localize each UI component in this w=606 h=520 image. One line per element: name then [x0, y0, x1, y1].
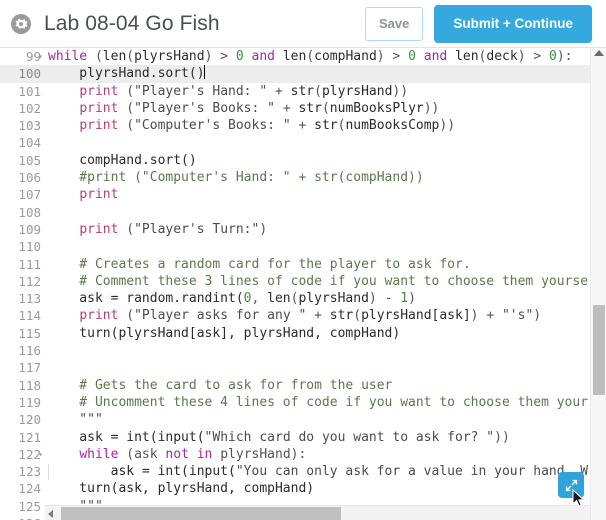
- code-line[interactable]: 114 print ("Player asks for any " + str(…: [0, 307, 606, 324]
- code-line[interactable]: 124 turn(ask, plyrsHand, compHand): [0, 480, 606, 497]
- code-line[interactable]: 116: [0, 342, 606, 359]
- code-line[interactable]: 121 ask = int(input("Which card do you w…: [0, 429, 606, 446]
- submit-continue-button[interactable]: Submit + Continue: [434, 4, 592, 43]
- code-line[interactable]: 120 """: [0, 411, 606, 428]
- code-line[interactable]: 105 compHand.sort(): [0, 152, 606, 169]
- code-line-text: print ("Player's Hand: " + str(plyrsHand…: [79, 83, 409, 99]
- code-line-text: plyrsHand.sort(): [48, 65, 205, 82]
- line-number: 102: [18, 100, 41, 116]
- code-line-text: print ("Player's Books: " + str(numBooks…: [79, 100, 440, 116]
- line-number: 111: [18, 256, 41, 272]
- expand-arrows-icon: [565, 479, 577, 491]
- vertical-scrollbar-thumb[interactable]: [593, 305, 605, 395]
- code-line[interactable]: 99 ▾ while (len(plyrsHand) > 0 and len(com…: [0, 48, 606, 65]
- app-header: Lab 08-04 Go Fish Save Submit + Continue: [0, 0, 606, 48]
- line-number: 115: [18, 325, 41, 341]
- line-number: 110: [18, 239, 41, 255]
- code-line[interactable]: 106 #print ("Computer's Hand: " + str(co…: [0, 169, 606, 186]
- code-line-text: ask = int(input("Which card do you want …: [48, 429, 510, 445]
- code-line[interactable]: 103 print ("Computer's Books: " + str(nu…: [0, 117, 606, 134]
- code-line-text: #print ("Computer's Hand: " + str(compHa…: [48, 170, 424, 186]
- save-button[interactable]: Save: [365, 6, 424, 41]
- code-line-text: print ("Player asks for any " + str(plyr…: [79, 308, 542, 324]
- line-number: 116: [18, 343, 41, 359]
- code-line[interactable]: 112 # Comment these 3 lines of code if y…: [0, 273, 606, 290]
- code-fold-toggle[interactable]: ▾: [36, 48, 45, 65]
- code-line[interactable]: 117: [0, 359, 606, 376]
- gear-icon[interactable]: [10, 13, 32, 35]
- line-number: 100: [18, 66, 41, 82]
- horizontal-scrollbar-thumb[interactable]: [61, 507, 341, 520]
- line-number: 121: [18, 429, 41, 445]
- line-number: 119: [18, 394, 41, 410]
- code-line-text: # Creates a random card for the player t…: [48, 256, 471, 272]
- code-line[interactable]: 113 ask = random.randint(0, len(plyrsHan…: [0, 290, 606, 307]
- code-line[interactable]: 115 turn(plyrsHand[ask], plyrsHand, comp…: [0, 325, 606, 342]
- code-line[interactable]: 110: [0, 238, 606, 255]
- scroll-up-arrow-icon[interactable]: [594, 50, 604, 56]
- code-line-text: # Uncomment these 4 lines of code if you…: [48, 394, 589, 410]
- line-number: 108: [18, 204, 41, 220]
- code-line[interactable]: 100 plyrsHand.sort(): [0, 65, 606, 83]
- code-line[interactable]: 102 print ("Player's Books: " + str(numB…: [0, 100, 606, 117]
- line-number: 117: [18, 360, 41, 376]
- line-number: 104: [18, 135, 41, 151]
- code-line-text: turn(ask, plyrsHand, compHand): [48, 481, 315, 497]
- code-line[interactable]: 108: [0, 204, 606, 221]
- line-number: 126: [0, 515, 45, 520]
- code-line-text: print: [79, 187, 119, 203]
- code-line-text: print ("Computer's Books: " + str(numBoo…: [79, 118, 456, 134]
- line-number: 109: [18, 221, 41, 237]
- line-number: 114: [18, 308, 41, 324]
- code-line-text: compHand.sort(): [48, 152, 197, 168]
- code-line-text: # Comment these 3 lines of code if you w…: [48, 273, 589, 289]
- line-number: 101: [18, 83, 41, 99]
- code-line[interactable]: 123 ask = int(input("You can only ask fo…: [0, 463, 606, 481]
- code-line[interactable]: 101 print ("Player's Hand: " + str(plyrs…: [0, 83, 606, 100]
- line-number: 118: [18, 377, 41, 393]
- text-cursor: [203, 65, 205, 80]
- line-number: 103: [18, 118, 41, 134]
- code-line-text: ask = int(input("You can only ask for a …: [48, 464, 589, 480]
- code-line-text: while (ask not in plyrsHand):: [79, 446, 307, 462]
- expand-editor-button[interactable]: [558, 472, 584, 498]
- code-line-text: print ("Player's Turn:"): [79, 221, 268, 237]
- line-number: 123: [18, 464, 41, 480]
- indent-guide: [48, 464, 49, 481]
- code-lines-container[interactable]: 99 ▾ while (len(plyrsHand) > 0 and len(com…: [0, 48, 606, 520]
- page-title: Lab 08-04 Go Fish: [44, 11, 220, 35]
- code-line[interactable]: 111 # Creates a random card for the play…: [0, 256, 606, 273]
- code-line[interactable]: 119 # Uncomment these 4 lines of code if…: [0, 394, 606, 411]
- line-number: 105: [18, 152, 41, 168]
- code-line[interactable]: 109 print ("Player's Turn:"): [0, 221, 606, 238]
- line-number: 106: [18, 170, 41, 186]
- line-number: 112: [18, 273, 41, 289]
- scroll-left-arrow-icon[interactable]: [48, 510, 53, 518]
- code-line[interactable]: 118 # Gets the card to ask for from the …: [0, 377, 606, 394]
- editor-horizontal-scrollbar[interactable]: [45, 505, 590, 520]
- line-number: 107: [18, 187, 41, 203]
- editor-vertical-scrollbar[interactable]: [590, 48, 606, 520]
- code-editor[interactable]: 99 ▾ while (len(plyrsHand) > 0 and len(com…: [0, 48, 606, 520]
- code-line[interactable]: 122 ▾ while (ask not in plyrsHand):: [0, 446, 606, 463]
- line-number: 120: [18, 412, 41, 428]
- code-line[interactable]: 104: [0, 134, 606, 151]
- code-line-text: """: [48, 412, 103, 428]
- code-line-text: while (len(plyrsHand) > 0 and len(compHa…: [48, 49, 573, 64]
- line-number: 113: [18, 291, 41, 307]
- code-line-text: turn(plyrsHand[ask], plyrsHand, compHand…: [48, 325, 401, 341]
- line-number: 125: [18, 498, 41, 514]
- code-line-text: # Gets the card to ask for from the user: [48, 377, 393, 393]
- code-line-text: ask = random.randint(0, len(plyrsHand) -…: [48, 291, 416, 307]
- line-number: 124: [18, 481, 41, 497]
- code-fold-toggle[interactable]: ▾: [36, 446, 45, 463]
- code-line[interactable]: 107 print: [0, 186, 606, 203]
